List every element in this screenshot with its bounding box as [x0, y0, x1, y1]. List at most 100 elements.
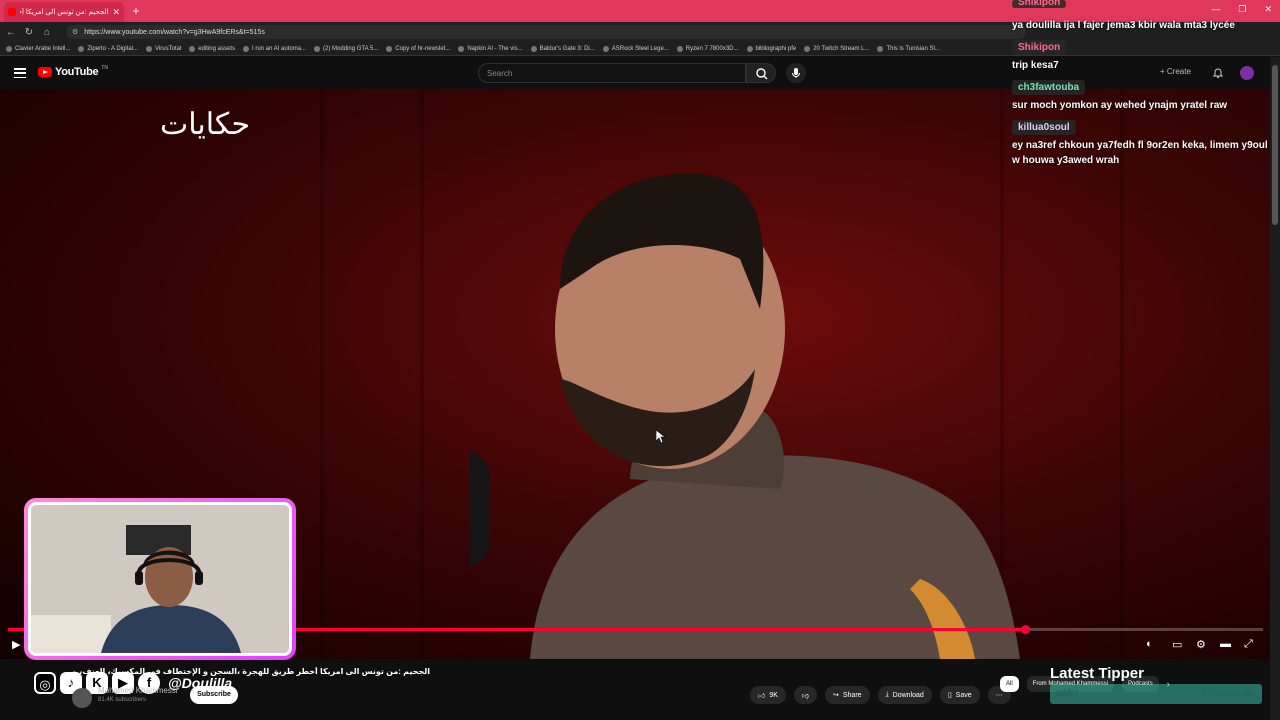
chat-text: ya doulilla ija l fajer jema3 kbir wala …	[1012, 20, 1235, 31]
thumbs-down-icon: 👎︎	[801, 692, 809, 700]
progress-scrubber[interactable]	[1020, 625, 1030, 634]
microphone-icon	[792, 68, 800, 78]
save-label: Save	[955, 691, 972, 699]
chip-all[interactable]: All	[1000, 676, 1019, 692]
bookmark-item[interactable]: Ziperto - A Digital...	[78, 45, 138, 52]
webcam-scene	[31, 505, 289, 653]
video-title: الجحيم :من تونس الى امريكا أخطر طريق لله…	[70, 667, 430, 676]
bookmark-label: ASRock Steel Lege...	[611, 45, 669, 52]
bookmark-favicon-icon	[804, 45, 811, 52]
bookmark-favicon-icon	[146, 45, 153, 52]
scrollbar-thumb[interactable]	[1272, 65, 1278, 225]
share-label: Share	[842, 691, 862, 699]
youtube-country-code: TN	[101, 65, 108, 71]
video-details: ◎ ♪ K ▶ f @Doulilla الجحيم :من تونس الى …	[0, 660, 1270, 720]
bookmark-item[interactable]: This is Tunisian St...	[877, 45, 941, 52]
autoplay-toggle-icon[interactable]: ◐	[1146, 638, 1153, 650]
url-text: https://www.youtube.com/watch?v=g3HwA9fc…	[84, 28, 265, 36]
stream-chat-overlay: Shikipon ya doulilla ija l fajer jema3 kb…	[1008, 0, 1270, 172]
bookmark-label: Copy of hr-newslet...	[395, 45, 451, 52]
chat-message: ch3fawtouba sur moch yomkon ay wehed ynaj…	[1008, 77, 1270, 113]
reload-icon[interactable]: ↻	[24, 27, 34, 38]
page-scrollbar[interactable]	[1270, 57, 1280, 720]
bookmark-item[interactable]: (2) Modding GTA 5...	[314, 45, 379, 52]
chat-username: Shikipon	[1012, 0, 1067, 8]
fullscreen-icon[interactable]: ⤢	[1244, 638, 1253, 651]
save-icon: ▯	[947, 692, 952, 699]
bookmark-item[interactable]: ASRock Steel Lege...	[602, 45, 669, 52]
settings-gear-icon[interactable]: ⚙	[1196, 638, 1206, 651]
bookmark-item[interactable]: Ryzen 7 7800x3D...	[676, 45, 739, 52]
mouse-cursor-icon	[656, 430, 666, 444]
hamburger-menu-icon[interactable]	[14, 68, 26, 78]
bookmark-label: 20 Twitch Stream L...	[813, 45, 870, 52]
chat-message: Shikipon trip kesa7	[1008, 37, 1270, 73]
youtube-logo-text: YouTube	[55, 66, 99, 78]
bookmark-label: VirusTotal	[155, 45, 182, 52]
save-button[interactable]: ▯ Save	[939, 686, 980, 704]
tab-title: الجحيم :من تونس الى امريكا أخطر	[20, 9, 109, 16]
theater-mode-icon[interactable]: ▬	[1220, 638, 1231, 650]
close-tab-icon[interactable]: ✕	[112, 7, 120, 18]
subscriber-count: 81.4K subscribers	[98, 697, 147, 703]
bookmark-label: Clavier Arabe Intell...	[15, 45, 71, 52]
bookmark-favicon-icon	[877, 45, 884, 52]
latest-tipper-label: Latest Tipper	[1050, 665, 1144, 682]
bookmark-item[interactable]: I run an AI automa...	[243, 45, 307, 52]
voice-search-button[interactable]	[786, 63, 806, 83]
like-count: 9K	[769, 691, 778, 699]
search-button[interactable]	[746, 63, 776, 83]
bookmark-favicon-icon	[314, 45, 321, 52]
bookmark-favicon-icon	[386, 45, 393, 52]
channel-avatar[interactable]	[72, 688, 92, 708]
chat-username: Shikipon	[1012, 40, 1067, 55]
url-field[interactable]: ⚙ https://www.youtube.com/watch?v=g3HwA9…	[66, 25, 1026, 39]
bookmark-favicon-icon	[746, 45, 753, 52]
bookmark-item[interactable]: VirusTotal	[146, 45, 182, 52]
video-frame-person	[470, 173, 1020, 659]
share-icon: ↪	[833, 692, 839, 699]
site-info-icon[interactable]: ⚙	[72, 28, 78, 36]
bookmark-label: I run an AI automa...	[252, 45, 307, 52]
bookmark-favicon-icon	[243, 45, 249, 52]
channel-name[interactable]: Mohamed Khammessi	[98, 686, 178, 695]
new-tab-button[interactable]: +	[128, 3, 144, 19]
browser-tab-active[interactable]: الجحيم :من تونس الى امريكا أخطر ✕	[4, 2, 124, 22]
youtube-logo[interactable]: YouTube TN	[38, 65, 108, 78]
search-icon	[756, 68, 768, 80]
webcam-overlay	[24, 498, 296, 660]
bookmark-label: Ryzen 7 7800x3D...	[685, 45, 739, 52]
home-icon[interactable]: ⌂	[42, 27, 52, 38]
captions-icon[interactable]: ▭	[1172, 638, 1182, 651]
back-icon[interactable]: ←	[6, 27, 16, 38]
subscribe-button[interactable]: Subscribe	[190, 686, 238, 704]
bookmark-favicon-icon	[6, 45, 12, 52]
bookmark-label: This is Tunisian St...	[886, 45, 941, 52]
youtube-favicon-icon	[8, 8, 16, 16]
bookmark-item[interactable]: Baldur's Gate 3: Di...	[530, 45, 595, 52]
share-button[interactable]: ↪ Share	[825, 686, 870, 704]
download-button[interactable]: ⤓ Download	[877, 686, 932, 704]
curtain-fold	[420, 89, 424, 659]
bookmark-item[interactable]: editing assets	[189, 45, 235, 52]
bookmark-item[interactable]: Clavier Arabe Intell...	[6, 45, 71, 52]
bookmark-item[interactable]: bibliographi pfe	[746, 45, 796, 52]
bookmark-favicon-icon	[458, 45, 465, 52]
instagram-icon: ◎	[34, 672, 56, 694]
play-icon[interactable]: ▶	[12, 638, 20, 651]
bookmark-item[interactable]: Napkin AI - The vis...	[458, 45, 523, 52]
bookmark-favicon-icon	[530, 45, 537, 52]
tipper-name: nabz	[1056, 688, 1079, 699]
dislike-button[interactable]: 👎︎	[793, 686, 817, 704]
chat-text: ey na3ref chkoun ya7fedh fl 9or2en keka,…	[1012, 140, 1268, 166]
chat-text: sur moch yomkon ay wehed ynajm yratel ra…	[1012, 100, 1228, 111]
bookmark-label: Napkin AI - The vis...	[467, 45, 523, 52]
bookmark-item[interactable]: 20 Twitch Stream L...	[804, 45, 870, 52]
thumbs-up-icon: 👍︎	[758, 692, 766, 700]
search-input[interactable]: Search	[478, 63, 746, 83]
bookmark-favicon-icon	[189, 45, 196, 52]
bookmark-label: (2) Modding GTA 5...	[323, 45, 379, 52]
webcam-feed	[28, 502, 292, 656]
bookmark-item[interactable]: Copy of hr-newslet...	[386, 45, 451, 52]
like-button[interactable]: 👍︎ 9K	[750, 686, 786, 704]
